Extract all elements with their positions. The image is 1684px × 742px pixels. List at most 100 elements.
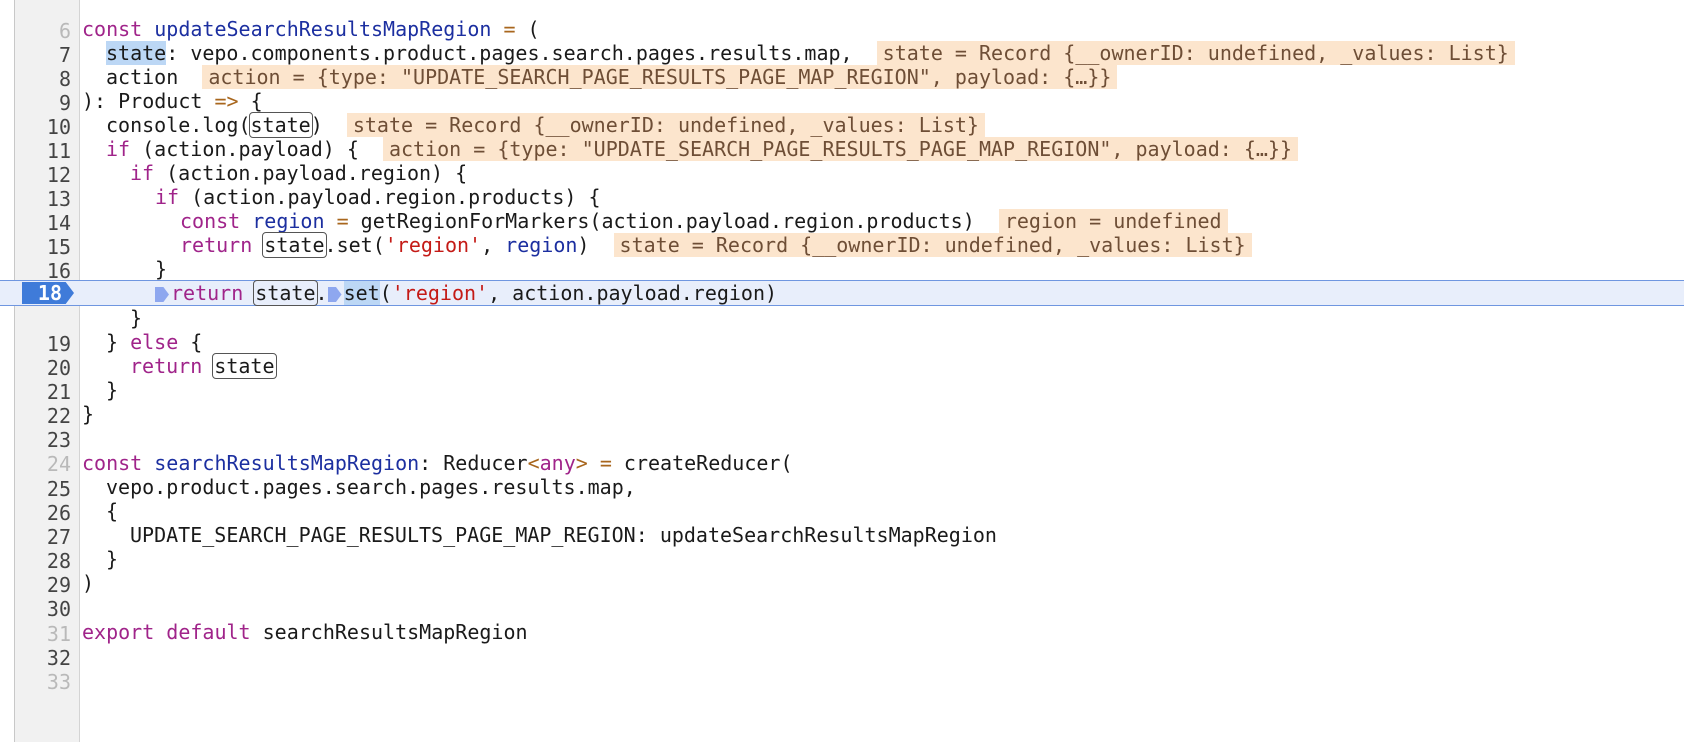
keyword: default (166, 620, 251, 644)
inline-value-annotation: action = {type: "UPDATE_SEARCH_PAGE_RESU… (382, 137, 1299, 161)
console-log-call: console.log( (106, 113, 251, 137)
code-line[interactable]: 33 (0, 643, 1684, 694)
inline-value-annotation: action = {type: "UPDATE_SEARCH_PAGE_RESU… (202, 65, 1118, 89)
code-line[interactable]: 11 console.log(state) state = Record {__… (0, 112, 1684, 163)
keyword: if (155, 185, 180, 209)
inline-value-annotation: state = Record {__ownerID: undefined, _v… (346, 113, 985, 137)
code-line[interactable]: 17 } (0, 256, 1684, 307)
code-text: const updateSearchResultsMapRegion = ( (82, 17, 540, 41)
type-name: Reducer (443, 451, 528, 475)
code-text: } (130, 306, 143, 330)
keyword: if (106, 137, 131, 161)
code-text: return state. set('region', action.payloa… (155, 280, 777, 306)
code-line[interactable]: 28 UPDATE_SEARCH_PAGE_RESULTS_PAGE_MAP_R… (0, 522, 1684, 573)
code-text: return state (130, 353, 277, 379)
code-text: if (action.payload) { action = {type: "U… (106, 136, 1299, 162)
function-call: getRegionForMarkers(action.payload.regio… (360, 209, 975, 233)
code-line[interactable]: 20 } else { (0, 329, 1684, 380)
object-value: updateSearchResultsMapRegion (659, 523, 997, 547)
param-action: action (106, 65, 179, 89)
inline-value-annotation: state = Record {__ownerID: undefined, _v… (613, 233, 1252, 257)
code-line[interactable]: 8 state: vepo.components.product.pages.s… (0, 40, 1684, 91)
function-name: updateSearchResultsMapRegion (154, 17, 492, 41)
breakpoint-marker-icon[interactable]: 18 (22, 282, 74, 304)
code-line[interactable]: 13 if (action.payload.region) { (0, 160, 1684, 211)
code-line[interactable]: 21 return state (0, 353, 1684, 404)
code-text: const searchResultsMapRegion: Reducer<an… (82, 451, 793, 475)
inline-breakpoint-icon[interactable] (155, 287, 169, 302)
code-text: UPDATE_SEARCH_PAGE_RESULTS_PAGE_MAP_REGI… (130, 522, 997, 548)
code-line[interactable]: 29 } (0, 546, 1684, 597)
keyword: export (82, 620, 155, 644)
code-text: console.log(state) state = Record {__own… (106, 112, 985, 138)
code-text: { (106, 499, 119, 523)
line-number[interactable]: 33 (15, 669, 71, 695)
code-line[interactable]: 31 (0, 595, 1684, 646)
inline-value-annotation: region = undefined (998, 209, 1228, 233)
code-text: } (106, 547, 119, 571)
inspected-variable[interactable]: state (253, 280, 318, 306)
code-line[interactable]: 12 if (action.payload) { action = {type:… (0, 136, 1684, 187)
string-literal: 'region' (391, 281, 489, 305)
code-text: action action = {type: "UPDATE_SEARCH_PA… (106, 64, 1118, 90)
code-line[interactable]: 16 return state.set('region', region) st… (0, 232, 1684, 283)
code-line[interactable]: 22 } (0, 377, 1684, 428)
export-name: searchResultsMapRegion (262, 620, 528, 644)
keyword: else (130, 330, 179, 354)
code-line[interactable]: 9 action action = {type: "UPDATE_SEARCH_… (0, 64, 1684, 115)
code-line[interactable]: 24 (0, 425, 1684, 476)
keyword: return (171, 281, 244, 305)
code-text: } (155, 257, 168, 281)
object-key: UPDATE_SEARCH_PAGE_RESULTS_PAGE_MAP_REGI… (130, 523, 648, 547)
code-line[interactable]: 26 vepo.product.pages.search.pages.resul… (0, 474, 1684, 525)
inspected-variable[interactable]: state (248, 112, 313, 138)
method-set: set (343, 281, 380, 305)
code-line[interactable]: 23 } (0, 401, 1684, 452)
inline-value-annotation: state = Record {__ownerID: undefined, _v… (876, 41, 1515, 65)
code-line[interactable]: 32 export default searchResultsMapRegion (0, 619, 1684, 670)
code-editor[interactable]: 6 7 const updateSearchResultsMapRegion =… (0, 0, 1684, 742)
keyword: if (130, 161, 155, 185)
keyword: const (82, 451, 143, 475)
code-line[interactable]: 10 ): Product => { (0, 88, 1684, 139)
code-text: } else { (106, 330, 203, 354)
type-path: vepo.components.product.pages.search.pag… (190, 41, 853, 65)
inline-breakpoint-icon[interactable] (327, 287, 342, 302)
code-text: ): Product => { (82, 89, 263, 113)
code-line[interactable]: 30 ) (0, 570, 1684, 621)
inspected-variable[interactable]: state (262, 232, 327, 258)
code-text: export default searchResultsMapRegion (82, 619, 528, 645)
code-text: if (action.payload.region.products) { (155, 185, 601, 209)
code-line[interactable]: 25 const searchResultsMapRegion: Reducer… (0, 450, 1684, 501)
code-line[interactable]: 7 const updateSearchResultsMapRegion = ( (0, 16, 1684, 67)
code-text: } (106, 378, 119, 402)
keyword: const (82, 17, 143, 41)
argument: action.payload.region) (512, 281, 778, 305)
condition: (action.payload.region) (166, 161, 444, 185)
type-keyword: any (539, 451, 576, 475)
string-literal: 'region' (384, 233, 482, 257)
arrow-operator: => (214, 89, 239, 113)
method-set: set (336, 233, 373, 257)
keyword: return (130, 354, 203, 378)
code-line[interactable]: 27 { (0, 498, 1684, 549)
code-line[interactable]: 15 const region = getRegionForMarkers(ac… (0, 208, 1684, 259)
code-text: return state.set('region', region) state… (180, 232, 1252, 258)
code-line[interactable]: 19 } (0, 305, 1684, 356)
code-text: const region = getRegionForMarkers(actio… (180, 208, 1228, 234)
active-execution-line[interactable]: 18 return state. set('region', action.pay… (0, 280, 1684, 306)
code-text: vepo.product.pages.search.pages.results.… (106, 475, 636, 499)
variable-region: region (252, 209, 325, 233)
code-text: if (action.payload.region) { (130, 161, 468, 185)
function-call: createReducer (623, 451, 781, 475)
param-state: state (106, 41, 167, 65)
inspected-variable[interactable]: state (212, 353, 277, 379)
code-text: ) (82, 571, 95, 595)
code-text: state: vepo.components.product.pages.sea… (106, 40, 1515, 66)
condition: (action.payload) (142, 137, 335, 161)
keyword: const (180, 209, 241, 233)
function-name: searchResultsMapRegion (154, 451, 420, 475)
condition: (action.payload.region.products) (191, 185, 577, 209)
code-line[interactable]: 14 if (action.payload.region.products) { (0, 184, 1684, 235)
keyword: return (180, 233, 253, 257)
